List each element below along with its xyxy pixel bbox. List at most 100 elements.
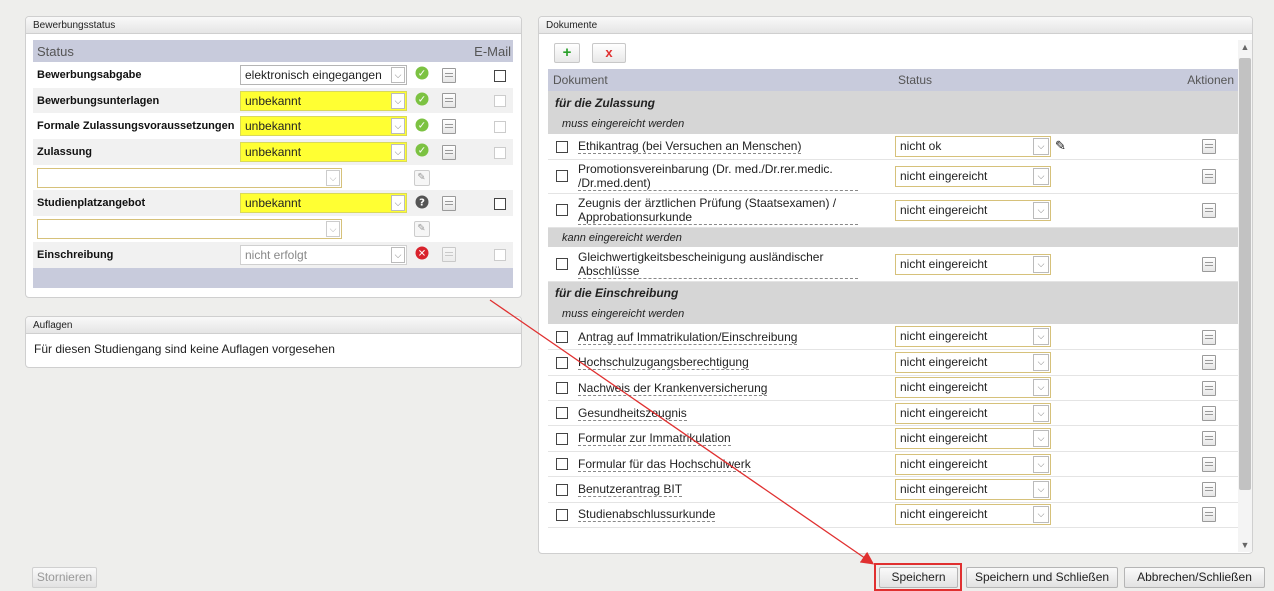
edit-icon[interactable] xyxy=(442,93,456,109)
document-row: Formular für das Hochschulwerk nicht eing… xyxy=(548,451,1238,477)
email-checkbox[interactable] xyxy=(494,69,506,82)
date-select[interactable]: ⌵ xyxy=(37,218,342,239)
document-status-select[interactable]: nicht eingereicht ⌵ xyxy=(895,165,1051,187)
document-name[interactable]: Promotionsvereinbarung (Dr. med./Dr.rer.… xyxy=(578,162,858,191)
edit-icon[interactable] xyxy=(1202,380,1216,396)
pencil-icon[interactable]: ✎ xyxy=(413,169,430,186)
remove-document-button[interactable]: x xyxy=(592,43,626,63)
document-status-select[interactable]: nicht eingereicht ⌵ xyxy=(895,377,1051,399)
edit-icon[interactable] xyxy=(1202,329,1216,345)
document-status-value: nicht eingereicht xyxy=(900,202,988,217)
edit-icon[interactable] xyxy=(1202,482,1216,498)
document-checkbox[interactable] xyxy=(556,140,568,153)
abort-and-close-button[interactable]: Abbrechen/Schließen xyxy=(1124,567,1265,588)
check-circle-icon: ✓ xyxy=(415,118,429,135)
document-status-select[interactable]: nicht eingereicht ⌵ xyxy=(895,326,1051,348)
document-checkbox[interactable] xyxy=(556,432,568,445)
document-name[interactable]: Studienabschlussurkunde xyxy=(578,507,716,523)
chevron-down-icon: ⌵ xyxy=(1033,480,1049,498)
document-status-select[interactable]: nicht eingereicht ⌵ xyxy=(895,504,1051,526)
edit-icon[interactable] xyxy=(442,195,456,211)
status-select[interactable]: unbekannt ⌵ xyxy=(240,90,407,111)
edit-icon[interactable] xyxy=(1202,169,1216,185)
status-label: Bewerbungsabgabe xyxy=(37,68,142,81)
scroll-thumb[interactable] xyxy=(1239,58,1251,490)
document-checkbox[interactable] xyxy=(556,170,568,183)
email-checkbox xyxy=(494,249,506,262)
document-status-select[interactable]: nicht eingereicht ⌵ xyxy=(895,402,1051,424)
document-checkbox[interactable] xyxy=(556,204,568,217)
document-row: Promotionsvereinbarung (Dr. med./Dr.rer.… xyxy=(548,159,1238,194)
chevron-down-icon: ⌵ xyxy=(1033,455,1049,473)
document-checkbox[interactable] xyxy=(556,258,568,271)
document-status-value: nicht eingereicht xyxy=(900,329,988,344)
document-checkbox[interactable] xyxy=(556,356,568,369)
scroll-up-arrow-icon[interactable]: ▲ xyxy=(1238,40,1252,54)
document-row: Formular zur Immatrikulation nicht einger… xyxy=(548,426,1238,452)
document-checkbox[interactable] xyxy=(556,483,568,496)
document-name[interactable]: Ethikantrag (bei Versuchen an Menschen) xyxy=(578,139,802,155)
document-name[interactable]: Antrag auf Immatrikulation/Einschreibung xyxy=(578,330,798,345)
edit-icon[interactable] xyxy=(1202,405,1216,421)
document-column-header: Dokument xyxy=(548,69,893,91)
document-checkbox[interactable] xyxy=(556,407,568,420)
document-status-select[interactable]: nicht eingereicht ⌵ xyxy=(895,453,1051,475)
status-select[interactable]: unbekannt ⌵ xyxy=(240,116,407,137)
status-select-value: elektronisch eingegangen xyxy=(245,67,382,82)
status-select[interactable]: unbekannt ⌵ xyxy=(240,193,407,214)
status-select[interactable]: unbekannt ⌵ xyxy=(240,141,407,162)
chevron-down-icon: ⌵ xyxy=(1033,137,1049,155)
document-status-select[interactable]: nicht eingereicht ⌵ xyxy=(895,428,1051,450)
edit-icon[interactable] xyxy=(1202,507,1216,523)
edit-icon[interactable] xyxy=(442,144,456,160)
check-circle-icon: ✓ xyxy=(415,92,429,109)
x-circle-icon: ✕ xyxy=(415,246,429,263)
date-select[interactable]: ⌵ xyxy=(37,167,342,188)
chevron-down-icon: ⌵ xyxy=(326,220,340,237)
edit-icon[interactable] xyxy=(1202,139,1216,155)
edit-icon[interactable] xyxy=(442,67,456,83)
documents-scrollbar[interactable]: ▲ ▼ xyxy=(1238,40,1252,552)
scroll-down-arrow-icon[interactable]: ▼ xyxy=(1238,538,1252,552)
document-checkbox[interactable] xyxy=(556,458,568,471)
document-name[interactable]: Formular zur Immatrikulation xyxy=(578,431,731,447)
email-checkbox[interactable] xyxy=(494,198,506,211)
document-checkbox[interactable] xyxy=(556,331,568,343)
document-status-select[interactable]: nicht eingereicht ⌵ xyxy=(895,351,1051,373)
document-name[interactable]: Gleichwertigkeitsbescheinigung ausländis… xyxy=(578,250,858,279)
edit-icon[interactable] xyxy=(1202,355,1216,371)
document-checkbox[interactable] xyxy=(556,508,568,521)
edit-icon[interactable] xyxy=(1202,256,1216,272)
chevron-down-icon: ⌵ xyxy=(1033,167,1049,185)
document-name[interactable]: Zeugnis der ärztlichen Prüfung (Staatsex… xyxy=(578,196,858,225)
document-name[interactable]: Hochschulzugangsberechtigung xyxy=(578,355,749,371)
edit-icon[interactable] xyxy=(1202,456,1216,472)
status-select[interactable]: elektronisch eingegangen ⌵ xyxy=(240,64,407,85)
document-status-select[interactable]: nicht eingereicht ⌵ xyxy=(895,199,1051,221)
chevron-down-icon: ⌵ xyxy=(391,118,405,135)
documents-table: Dokument Status Aktionen für die Zulassu… xyxy=(548,69,1238,528)
edit-icon[interactable] xyxy=(1202,203,1216,219)
edit-icon[interactable] xyxy=(1202,431,1216,447)
document-name[interactable]: Gesundheitszeugnis xyxy=(578,406,687,421)
cancel-button[interactable]: Stornieren xyxy=(32,567,97,588)
status-select-value: unbekannt xyxy=(245,119,302,134)
status-column-header: Status xyxy=(33,40,240,62)
save-and-close-button[interactable]: Speichern und Schließen xyxy=(966,567,1118,588)
pencil-icon[interactable]: ✎ xyxy=(1055,138,1066,154)
document-status-select[interactable]: nicht ok ⌵ xyxy=(895,135,1051,157)
document-name[interactable]: Formular für das Hochschulwerk xyxy=(578,457,751,472)
edit-icon[interactable] xyxy=(442,118,456,134)
document-name[interactable]: Nachweis der Krankenversicherung xyxy=(578,381,768,396)
status-row: ⌵ ✎ xyxy=(33,165,513,191)
email-column-header: E-Mail xyxy=(463,40,513,62)
document-status-select[interactable]: nicht eingereicht ⌵ xyxy=(895,253,1051,275)
chevron-down-icon: ⌵ xyxy=(391,143,405,160)
document-status-select[interactable]: nicht eingereicht ⌵ xyxy=(895,478,1051,500)
document-status-value: nicht eingereicht xyxy=(900,380,988,395)
add-document-button[interactable]: + xyxy=(554,43,580,63)
document-row: Zeugnis der ärztlichen Prüfung (Staatsex… xyxy=(548,193,1238,228)
pencil-icon[interactable]: ✎ xyxy=(413,220,430,237)
document-name[interactable]: Benutzerantrag BIT xyxy=(578,482,683,498)
document-checkbox[interactable] xyxy=(556,382,568,395)
